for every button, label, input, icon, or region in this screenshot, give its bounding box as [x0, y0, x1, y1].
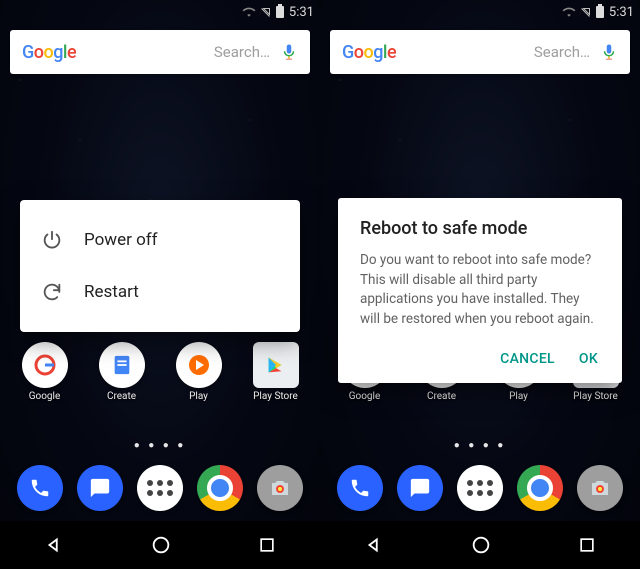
- chrome-icon[interactable]: [197, 465, 243, 511]
- power-off-label: Power off: [84, 230, 158, 250]
- power-off-item[interactable]: Power off: [20, 214, 300, 266]
- dock-row: [0, 465, 320, 511]
- create-folder-icon: [99, 342, 145, 388]
- app-play-store[interactable]: Play Store: [242, 342, 310, 402]
- search-placeholder: Search…: [214, 43, 270, 61]
- app-google[interactable]: Google: [11, 342, 79, 402]
- google-search-bar[interactable]: Google Search…: [10, 30, 310, 74]
- mic-icon[interactable]: [600, 43, 618, 61]
- power-icon: [40, 228, 64, 252]
- recents-icon[interactable]: [257, 535, 277, 555]
- page-indicator: ● ● ● ●: [320, 440, 640, 451]
- camera-icon[interactable]: [577, 465, 623, 511]
- status-bar: 5:31: [0, 0, 320, 24]
- restart-label: Restart: [84, 282, 139, 302]
- google-folder-icon: [22, 342, 68, 388]
- dock-row: [320, 465, 640, 511]
- dialog-body: Do you want to reboot into safe mode? Th…: [360, 251, 600, 329]
- play-folder-icon: [176, 342, 222, 388]
- app-drawer-icon[interactable]: [457, 465, 503, 511]
- status-clock: 5:31: [289, 5, 314, 20]
- back-icon[interactable]: [43, 534, 65, 556]
- messages-icon[interactable]: [77, 465, 123, 511]
- nav-bar: [0, 521, 320, 569]
- no-sim-icon: [259, 5, 273, 19]
- chrome-icon[interactable]: [517, 465, 563, 511]
- app-row: Google Create Play Play Store: [0, 342, 320, 402]
- recents-icon[interactable]: [577, 535, 597, 555]
- cancel-button[interactable]: CANCEL: [500, 351, 555, 367]
- safe-mode-dialog: Reboot to safe mode Do you want to reboo…: [338, 198, 622, 383]
- phone-screen-left: 5:31 Google Search… Fit Settings Clock G…: [0, 0, 320, 569]
- phone-icon[interactable]: [17, 465, 63, 511]
- app-create[interactable]: Create: [88, 342, 156, 402]
- status-bar: 5:31: [320, 0, 640, 24]
- messages-icon[interactable]: [397, 465, 443, 511]
- phone-screen-right: 5:31 Google Search… Google Create Play P…: [320, 0, 640, 569]
- play-store-icon: [253, 342, 299, 388]
- status-clock: 5:31: [609, 5, 634, 20]
- search-placeholder: Search…: [534, 43, 590, 61]
- dialog-title: Reboot to safe mode: [360, 218, 600, 239]
- app-play[interactable]: Play: [165, 342, 233, 402]
- google-search-bar[interactable]: Google Search…: [330, 30, 630, 74]
- home-icon[interactable]: [470, 534, 492, 556]
- phone-icon[interactable]: [337, 465, 383, 511]
- dialog-actions: CANCEL OK: [360, 345, 600, 373]
- camera-icon[interactable]: [257, 465, 303, 511]
- back-icon[interactable]: [363, 534, 385, 556]
- nav-bar: [320, 521, 640, 569]
- power-menu: Power off Restart: [20, 200, 300, 332]
- home-icon[interactable]: [150, 534, 172, 556]
- wifi-icon: [562, 5, 576, 19]
- no-sim-icon: [579, 5, 593, 19]
- page-indicator: ● ● ● ●: [0, 440, 320, 451]
- mic-icon[interactable]: [280, 43, 298, 61]
- app-drawer-icon[interactable]: [137, 465, 183, 511]
- restart-icon: [40, 280, 64, 304]
- google-logo: Google: [342, 42, 396, 63]
- restart-item[interactable]: Restart: [20, 266, 300, 318]
- wifi-icon: [242, 5, 256, 19]
- battery-icon: [276, 6, 284, 18]
- battery-icon: [596, 6, 604, 18]
- google-logo: Google: [22, 42, 76, 63]
- ok-button[interactable]: OK: [579, 351, 598, 367]
